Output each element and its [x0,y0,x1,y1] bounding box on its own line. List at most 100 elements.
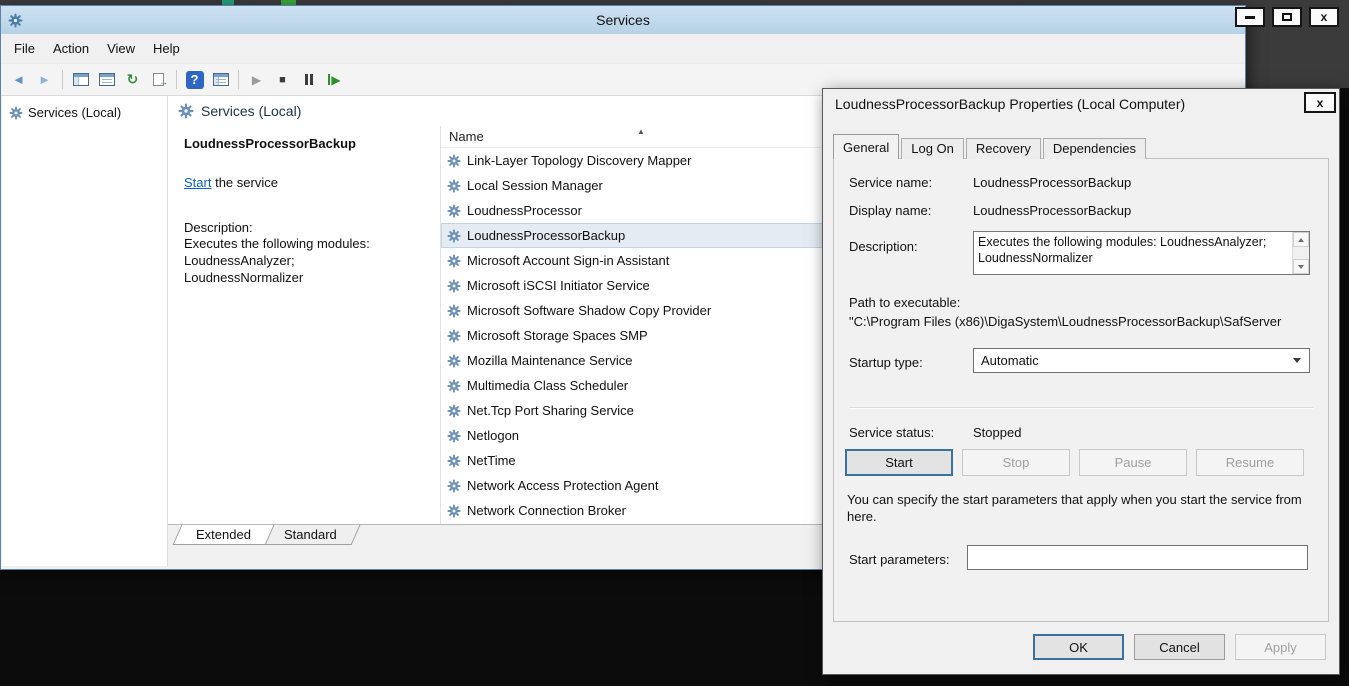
maximize-button[interactable] [1272,7,1302,27]
export-list-button[interactable]: → [146,67,171,92]
tab-log-on[interactable]: Log On [901,138,964,159]
desktop: x Services File Action View Help ◄ ► ↻ →… [0,0,1349,686]
tab-standard[interactable]: Standard [260,525,360,545]
cancel-button[interactable]: Cancel [1134,634,1225,660]
menu-help[interactable]: Help [144,37,189,60]
restart-service-button[interactable]: ▶ [322,67,347,92]
close-icon: x [1317,96,1324,110]
start-service-button[interactable]: ▶ [244,67,269,92]
resume-button: Resume [1196,449,1304,476]
description-textarea[interactable]: Executes the following modules: Loudness… [973,231,1310,275]
scroll-down-button[interactable] [1293,259,1309,274]
description-label: Description: [849,239,918,254]
extended-detail-panel: LoudnessProcessorBackup Start the servic… [168,126,440,524]
tab-extended[interactable]: Extended [173,525,275,545]
selected-service-name: LoudnessProcessorBackup [184,136,424,151]
pause-button: Pause [1079,449,1187,476]
dialog-tab-strip: General Log On Recovery Dependencies [833,134,1148,159]
refresh-icon: ↻ [127,71,139,88]
apply-button: Apply [1235,634,1326,660]
display-name-label: Display name: [849,203,931,218]
service-name: Network Connection Broker [467,503,626,518]
console-tree-icon [73,73,89,86]
service-gear-icon [447,329,461,343]
stop-button: Stop [962,449,1070,476]
dialog-titlebar[interactable]: LoudnessProcessorBackup Properties (Loca… [823,89,1299,119]
extended-view-icon [213,73,229,86]
service-name: Multimedia Class Scheduler [467,378,628,393]
start-button[interactable]: Start [845,449,953,476]
service-name: Net.Tcp Port Sharing Service [467,403,634,418]
start-service-link-line: Start the service [184,175,424,190]
service-gear-icon [447,504,461,518]
close-button[interactable]: x [1309,7,1339,27]
dialog-title: LoudnessProcessorBackup Properties (Loca… [835,96,1185,112]
ok-button[interactable]: OK [1033,634,1124,660]
start-parameters-input[interactable] [967,545,1308,570]
dialog-close-button[interactable]: x [1304,92,1336,113]
tab-dependencies[interactable]: Dependencies [1043,138,1146,159]
menu-action[interactable]: Action [44,37,98,60]
sort-ascending-icon: ▲ [637,127,645,136]
forward-button[interactable]: ► [32,67,57,92]
service-gear-icon [447,404,461,418]
scroll-up-button[interactable] [1293,232,1309,247]
startup-type-value: Automatic [981,353,1039,368]
tree-item-services-local[interactable]: Services (Local) [2,102,167,123]
start-service-link[interactable]: Start [184,175,211,190]
tab-general[interactable]: General [833,134,899,159]
chevron-up-icon [1298,238,1304,242]
titlebar[interactable]: Services [1,6,1245,34]
tree-item-label: Services (Local) [28,105,121,120]
menu-view[interactable]: View [98,37,144,60]
service-gear-icon [447,429,461,443]
service-gear-icon [447,379,461,393]
back-button[interactable]: ◄ [6,67,31,92]
pane-header-title: Services (Local) [201,103,301,119]
menu-file[interactable]: File [5,37,44,60]
window-title: Services [1,12,1245,28]
services-app-icon [8,13,23,28]
start-service-icon: ▶ [252,73,261,87]
stop-service-button[interactable]: ■ [270,67,295,92]
toolbar-separator [176,70,177,89]
properties-button[interactable] [94,67,119,92]
service-name: Microsoft Storage Spaces SMP [467,328,648,343]
toolbar-separator [62,70,63,89]
service-name: LoudnessProcessorBackup [467,228,625,243]
tab-recovery[interactable]: Recovery [966,138,1041,159]
service-control-buttons: Start Stop Pause Resume [845,449,1304,476]
service-name: Netlogon [467,428,519,443]
service-name: Network Access Protection Agent [467,478,658,493]
startup-type-label: Startup type: [849,355,923,370]
maximize-icon [1282,13,1292,21]
help-button[interactable]: ? [182,67,207,92]
service-name: LoudnessProcessor [467,203,582,218]
service-gear-icon [447,354,461,368]
service-name: Microsoft Account Sign-in Assistant [467,253,669,268]
service-status-label: Service status: [849,425,934,440]
service-gear-icon [447,279,461,293]
extended-view-button[interactable] [208,67,233,92]
dialog-footer: OK Cancel Apply [823,634,1326,660]
toolbar-separator [238,70,239,89]
pause-service-button[interactable] [296,67,321,92]
help-icon: ? [186,71,204,89]
start-service-link-suffix: the service [211,175,277,190]
column-header-name[interactable]: Name [449,129,484,144]
service-gear-icon [447,204,461,218]
service-gear-icon [447,179,461,193]
service-name: Microsoft Software Shadow Copy Provider [467,303,711,318]
display-name-value: LoudnessProcessorBackup [973,203,1131,218]
service-gear-icon [447,454,461,468]
startup-type-select[interactable]: Automatic [973,348,1310,373]
stop-service-icon: ■ [279,74,286,86]
refresh-button[interactable]: ↻ [120,67,145,92]
description-scrollbar[interactable] [1292,232,1309,274]
service-status-value: Stopped [973,425,1021,440]
show-console-tree-button[interactable] [68,67,93,92]
service-gear-icon [447,479,461,493]
service-name: Link-Layer Topology Discovery Mapper [467,153,691,168]
restart-service-icon: ▶ [328,73,340,87]
minimize-button[interactable] [1235,7,1265,27]
